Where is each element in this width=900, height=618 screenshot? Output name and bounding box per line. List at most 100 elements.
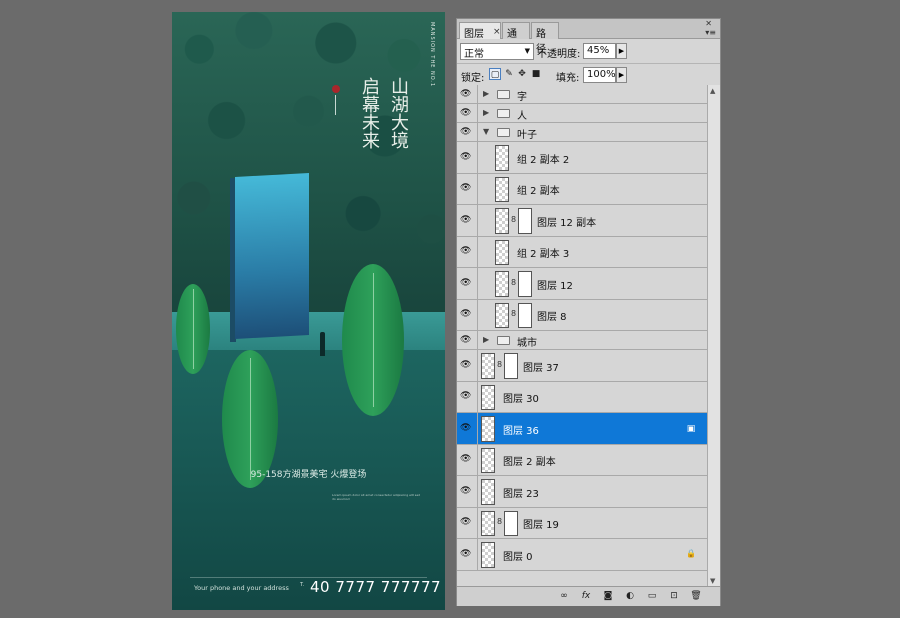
- lock-all-icon[interactable]: ■: [530, 68, 542, 80]
- layer-row[interactable]: 👁 图层 30: [457, 381, 707, 413]
- layer-name: 图层 36: [503, 425, 539, 437]
- layer-row[interactable]: 👁 图层 2 副本: [457, 444, 707, 476]
- layer-group-row[interactable]: 👁 ▶ 人: [457, 104, 707, 123]
- row-separator: [477, 104, 478, 122]
- folder-icon: [497, 128, 510, 137]
- scroll-down-icon[interactable]: ▼: [710, 577, 715, 585]
- layer-thumbnail: [481, 479, 495, 505]
- layer-mask-thumbnail[interactable]: [504, 510, 518, 536]
- panel-menu-icon[interactable]: ✕ ▾≡: [705, 19, 716, 37]
- eye-icon[interactable]: 👁: [460, 183, 474, 193]
- layers-panel: 图层 × 通道 路径 ✕▾≡ 正常 ▼ 不透明度: 45% ▶ 锁定: ▢ ✎ …: [456, 18, 721, 606]
- layer-row[interactable]: 👁 图层 36 ▣: [457, 413, 707, 445]
- workspace: MANSION THE NO.1 山湖大境 启幕未来 95-158方湖景美宅 火…: [0, 0, 900, 618]
- link-icon[interactable]: ∞: [557, 590, 571, 603]
- layer-group-row[interactable]: 👁 ▼ 叶子: [457, 123, 707, 142]
- tab-paths[interactable]: 路径: [531, 22, 559, 55]
- scrollbar[interactable]: ▲ ▼: [707, 85, 720, 587]
- fill-field[interactable]: 100%: [583, 67, 616, 83]
- lock-pixels-icon[interactable]: ✎: [503, 68, 515, 80]
- tab-channels[interactable]: 通道: [502, 22, 530, 55]
- row-separator: [477, 331, 478, 349]
- row-separator: [477, 123, 478, 141]
- eye-icon[interactable]: 👁: [460, 517, 474, 527]
- layer-mask-thumbnail[interactable]: [518, 302, 532, 328]
- fill-slider-button[interactable]: ▶: [616, 67, 627, 83]
- layer-row[interactable]: 👁 组 2 副本 2: [457, 142, 707, 174]
- layer-mask-thumbnail[interactable]: [504, 353, 518, 379]
- blend-mode-select[interactable]: 正常 ▼: [460, 43, 534, 60]
- eye-icon[interactable]: 👁: [460, 391, 474, 401]
- eye-icon[interactable]: 👁: [460, 454, 474, 464]
- layer-name: 图层 8: [537, 312, 567, 324]
- scroll-up-icon[interactable]: ▲: [710, 87, 715, 95]
- layer-name: 图层 12: [537, 280, 573, 292]
- trash-icon[interactable]: 🗑: [689, 590, 703, 603]
- layer-lock-icon: 🔒: [686, 548, 696, 558]
- eye-icon[interactable]: 👁: [460, 89, 474, 99]
- layer-row[interactable]: 👁 8 图层 37: [457, 350, 707, 382]
- headline-column-1: 山湖大境: [388, 77, 409, 149]
- row-separator: [477, 539, 478, 570]
- layer-thumbnail: [495, 239, 509, 265]
- layer-name: 人: [517, 111, 527, 122]
- eye-icon[interactable]: 👁: [460, 246, 474, 256]
- row-separator: [477, 85, 478, 103]
- eye-icon[interactable]: 👁: [460, 486, 474, 496]
- tagline: 95-158方湖景美宅 火爆登场: [250, 470, 367, 480]
- eye-icon[interactable]: 👁: [460, 423, 474, 433]
- layer-group-row[interactable]: 👁 ▶ 城市: [457, 331, 707, 350]
- row-separator: [477, 173, 478, 204]
- row-separator: [477, 299, 478, 330]
- group-icon[interactable]: ▭: [645, 590, 659, 603]
- eye-icon[interactable]: 👁: [460, 549, 474, 559]
- tab-layers[interactable]: 图层 ×: [459, 22, 501, 40]
- eye-icon[interactable]: 👁: [460, 215, 474, 225]
- chain-link-icon[interactable]: 8: [497, 517, 502, 526]
- layer-row[interactable]: 👁 8 图层 12: [457, 268, 707, 300]
- eye-icon[interactable]: 👁: [460, 335, 474, 345]
- layer-mask-thumbnail[interactable]: [518, 271, 532, 297]
- lock-position-icon[interactable]: ✥: [516, 68, 528, 80]
- eye-icon[interactable]: 👁: [460, 108, 474, 118]
- new-layer-icon[interactable]: ⊡: [667, 590, 681, 603]
- chain-link-icon[interactable]: 8: [511, 215, 516, 224]
- chain-link-icon[interactable]: 8: [497, 360, 502, 369]
- fx-icon[interactable]: fx: [579, 590, 593, 603]
- layer-row[interactable]: 👁 组 2 副本: [457, 173, 707, 205]
- chain-link-icon[interactable]: 8: [511, 309, 516, 318]
- phone-label: T.: [300, 582, 305, 588]
- eye-icon[interactable]: 👁: [460, 152, 474, 162]
- layer-row[interactable]: 👁 8 图层 8: [457, 299, 707, 331]
- layer-mask-thumbnail[interactable]: [518, 208, 532, 234]
- layer-group-row[interactable]: 👁 ▶ 字: [457, 85, 707, 104]
- chain-link-icon[interactable]: 8: [511, 278, 516, 287]
- expand-right-icon[interactable]: ▶: [483, 108, 489, 117]
- expand-down-icon[interactable]: ▼: [483, 127, 489, 136]
- layer-row[interactable]: 👁 图层 23: [457, 476, 707, 508]
- layer-row[interactable]: 👁 8 图层 12 副本: [457, 205, 707, 237]
- layer-name: 图层 12 副本: [537, 217, 597, 229]
- eye-icon[interactable]: 👁: [460, 309, 474, 319]
- eye-icon[interactable]: 👁: [460, 127, 474, 137]
- layer-row[interactable]: 👁 组 2 副本 3: [457, 236, 707, 268]
- poster-canvas[interactable]: MANSION THE NO.1 山湖大境 启幕未来 95-158方湖景美宅 火…: [172, 12, 445, 610]
- expand-right-icon[interactable]: ▶: [483, 89, 489, 98]
- close-icon[interactable]: ×: [493, 27, 501, 37]
- layer-name: 图层 2 副本: [503, 457, 556, 469]
- lock-transparency-icon[interactable]: ▢: [489, 68, 501, 80]
- adjustment-icon[interactable]: ◐: [623, 590, 637, 603]
- opacity-slider-button[interactable]: ▶: [616, 43, 627, 59]
- layer-thumbnail: [495, 302, 509, 328]
- tab-layers-label: 图层: [464, 29, 484, 40]
- eye-icon[interactable]: 👁: [460, 278, 474, 288]
- ground: [172, 350, 445, 610]
- red-seal-dot: [332, 85, 340, 93]
- expand-right-icon[interactable]: ▶: [483, 335, 489, 344]
- eye-icon[interactable]: 👁: [460, 360, 474, 370]
- layer-thumbnail: [481, 416, 495, 442]
- layer-row[interactable]: 👁 图层 0 🔒: [457, 539, 707, 571]
- mask-icon[interactable]: ◙: [601, 590, 615, 603]
- layer-row[interactable]: 👁 8 图层 19: [457, 507, 707, 539]
- opacity-field[interactable]: 45%: [583, 43, 616, 59]
